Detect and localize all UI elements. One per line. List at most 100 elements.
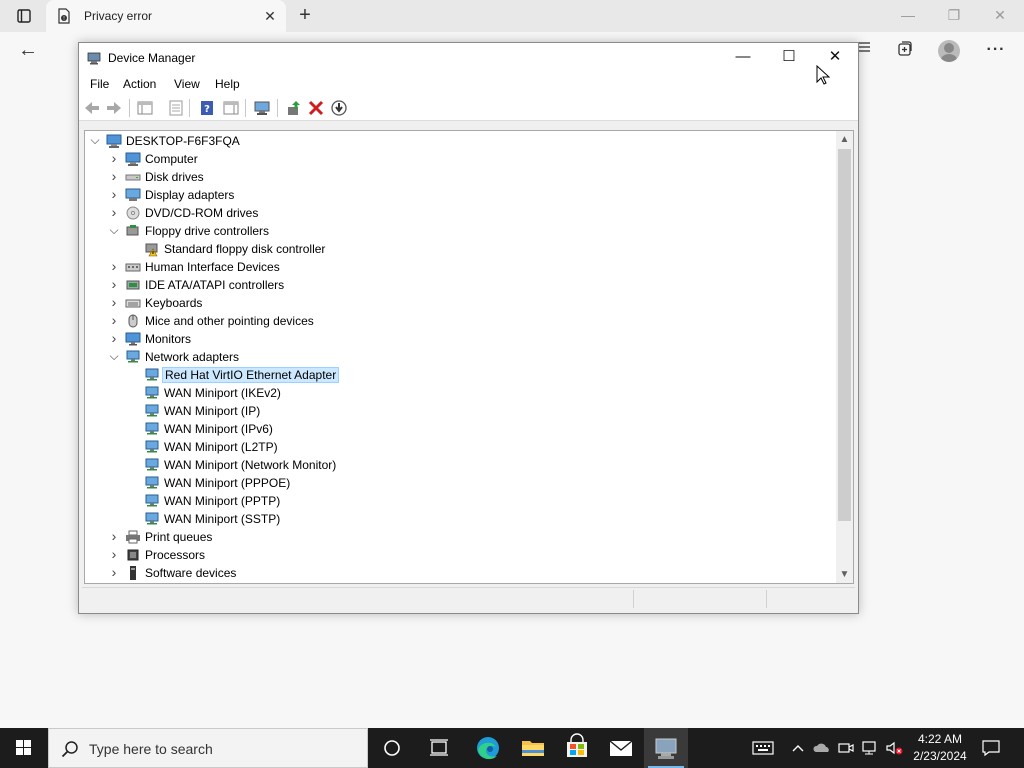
start-button[interactable] bbox=[0, 728, 48, 768]
expand-chevron-icon[interactable]: › bbox=[107, 547, 121, 561]
tree-row[interactable]: WAN Miniport (PPPOE) bbox=[85, 474, 835, 492]
mail-icon[interactable] bbox=[599, 728, 643, 768]
tree-row[interactable]: Red Hat VirtIO Ethernet Adapter bbox=[85, 366, 835, 384]
collapse-chevron-icon[interactable]: ⌵ bbox=[107, 349, 121, 363]
expand-chevron-icon[interactable]: › bbox=[107, 151, 121, 165]
tree-row[interactable]: WAN Miniport (IPv6) bbox=[85, 420, 835, 438]
meet-now-icon[interactable] bbox=[836, 738, 856, 758]
edge-icon[interactable] bbox=[466, 728, 510, 768]
tree-row[interactable]: › Mice and other pointing devices bbox=[85, 312, 835, 330]
browser-tab[interactable]: ! Privacy error ✕ bbox=[46, 0, 286, 32]
profile-avatar[interactable] bbox=[938, 40, 960, 62]
taskbar-clock[interactable]: 4:22 AM 2/23/2024 bbox=[908, 731, 972, 765]
device-manager-taskbar-icon[interactable] bbox=[644, 728, 688, 768]
store-icon[interactable] bbox=[555, 728, 599, 768]
scroll-up-icon[interactable]: ▲ bbox=[836, 131, 853, 148]
tab-actions-icon[interactable] bbox=[10, 7, 38, 25]
tree-item-label: WAN Miniport (IPv6) bbox=[164, 422, 273, 436]
browser-restore-icon[interactable]: ❐ bbox=[934, 4, 974, 28]
tree-row[interactable]: › Disk drives bbox=[85, 168, 835, 186]
expand-chevron-icon[interactable]: › bbox=[107, 331, 121, 345]
new-tab-icon[interactable]: + bbox=[294, 5, 316, 27]
expand-chevron-icon[interactable]: › bbox=[107, 259, 121, 273]
keyboard-layout-icon[interactable] bbox=[752, 738, 774, 758]
tree-row[interactable]: › DVD/CD-ROM drives bbox=[85, 204, 835, 222]
tree-row[interactable]: WAN Miniport (Network Monitor) bbox=[85, 456, 835, 474]
forward-icon[interactable] bbox=[105, 99, 123, 117]
uninstall-icon[interactable] bbox=[307, 99, 325, 117]
tree-row[interactable]: › IDE ATA/ATAPI controllers bbox=[85, 276, 835, 294]
more-icon[interactable]: ··· bbox=[984, 39, 1008, 63]
onedrive-icon[interactable] bbox=[812, 738, 832, 758]
menu-help[interactable]: Help bbox=[215, 77, 240, 91]
show-hidden-icons-icon[interactable] bbox=[788, 738, 808, 758]
update-driver-icon[interactable] bbox=[285, 99, 303, 117]
network-adapter-icon bbox=[144, 475, 160, 491]
tree-item-label: Print queues bbox=[145, 530, 213, 544]
expand-chevron-icon[interactable]: › bbox=[107, 187, 121, 201]
expand-chevron-icon[interactable]: › bbox=[107, 295, 121, 309]
tree-row[interactable]: WAN Miniport (IP) bbox=[85, 402, 835, 420]
collapse-chevron-icon[interactable]: ⌵ bbox=[107, 223, 121, 237]
tree-row[interactable]: › Human Interface Devices bbox=[85, 258, 835, 276]
taskbar-search-box[interactable]: Type here to search bbox=[48, 728, 368, 768]
tab-close-icon[interactable]: ✕ bbox=[262, 8, 278, 24]
clock-date: 2/23/2024 bbox=[913, 749, 967, 763]
expand-chevron-icon[interactable]: › bbox=[107, 205, 121, 219]
file-explorer-icon[interactable] bbox=[511, 728, 555, 768]
tree-row[interactable]: WAN Miniport (PPTP) bbox=[85, 492, 835, 510]
menu-file[interactable]: File bbox=[90, 77, 109, 91]
network-icon[interactable] bbox=[860, 738, 880, 758]
tree-row[interactable]: › Display adapters bbox=[85, 186, 835, 204]
task-view-icon[interactable] bbox=[417, 728, 461, 768]
collections-icon[interactable] bbox=[893, 39, 917, 63]
tree-row[interactable]: › Print queues bbox=[85, 528, 835, 546]
expand-chevron-icon[interactable]: › bbox=[107, 529, 121, 543]
notifications-icon[interactable] bbox=[980, 738, 1002, 758]
tree-row[interactable]: ⌵ Network adapters bbox=[85, 348, 835, 366]
cortana-icon[interactable] bbox=[370, 728, 414, 768]
root-icon bbox=[106, 133, 122, 149]
tree-row[interactable]: WAN Miniport (IKEv2) bbox=[85, 384, 835, 402]
scan-hardware-icon[interactable] bbox=[253, 99, 271, 117]
show-hide-console-tree-icon[interactable] bbox=[136, 99, 154, 117]
tree-row[interactable]: › Software devices bbox=[85, 564, 835, 582]
menu-action[interactable]: Action bbox=[123, 77, 156, 91]
browser-minimize-icon[interactable]: — bbox=[888, 4, 928, 28]
expand-chevron-icon[interactable]: › bbox=[107, 313, 121, 327]
expand-chevron-icon[interactable]: › bbox=[107, 565, 121, 579]
show-action-pane-icon[interactable] bbox=[222, 99, 240, 117]
help-icon[interactable]: ? bbox=[198, 99, 216, 117]
tree-row[interactable]: WAN Miniport (L2TP) bbox=[85, 438, 835, 456]
tree-row[interactable]: ⌵ DESKTOP-F6F3FQA bbox=[85, 132, 835, 150]
device-manager-titlebar[interactable]: Device Manager — ☐ ✕ bbox=[79, 43, 858, 73]
window-title: Device Manager bbox=[108, 51, 196, 65]
status-segment bbox=[633, 590, 766, 608]
tree-row[interactable]: › Computer bbox=[85, 150, 835, 168]
menu-view[interactable]: View bbox=[174, 77, 200, 91]
expand-chevron-icon[interactable]: › bbox=[107, 169, 121, 183]
search-placeholder: Type here to search bbox=[89, 741, 213, 757]
tree-row[interactable]: › Processors bbox=[85, 546, 835, 564]
back-icon[interactable] bbox=[83, 99, 101, 117]
scroll-down-icon[interactable]: ▼ bbox=[836, 566, 853, 583]
tree-row[interactable]: Standard floppy disk controller bbox=[85, 240, 835, 258]
maximize-icon[interactable]: ☐ bbox=[766, 43, 812, 73]
disable-device-icon[interactable] bbox=[330, 99, 348, 117]
volume-muted-icon[interactable] bbox=[884, 738, 904, 758]
collapse-chevron-icon[interactable]: ⌵ bbox=[88, 133, 102, 147]
expand-chevron-icon[interactable]: › bbox=[107, 277, 121, 291]
browser-close-icon[interactable]: ✕ bbox=[980, 4, 1020, 28]
minimize-icon[interactable]: — bbox=[720, 43, 766, 73]
tree-row[interactable]: › Monitors bbox=[85, 330, 835, 348]
device-tree[interactable]: ⌵ DESKTOP-F6F3FQA › Computer › Disk drives › Di… bbox=[84, 130, 854, 584]
tree-row[interactable]: › Keyboards bbox=[85, 294, 835, 312]
tree-row[interactable]: WAN Miniport (SSTP) bbox=[85, 510, 835, 528]
tree-row[interactable]: ⌵ Floppy drive controllers bbox=[85, 222, 835, 240]
vertical-scrollbar[interactable]: ▲ ▼ bbox=[836, 131, 853, 583]
properties-icon[interactable] bbox=[167, 99, 185, 117]
back-arrow-icon[interactable]: ← bbox=[16, 39, 40, 63]
scrollbar-thumb[interactable] bbox=[838, 149, 851, 521]
dvd-drive-icon bbox=[125, 205, 141, 221]
tree-item-label: Monitors bbox=[145, 332, 192, 346]
